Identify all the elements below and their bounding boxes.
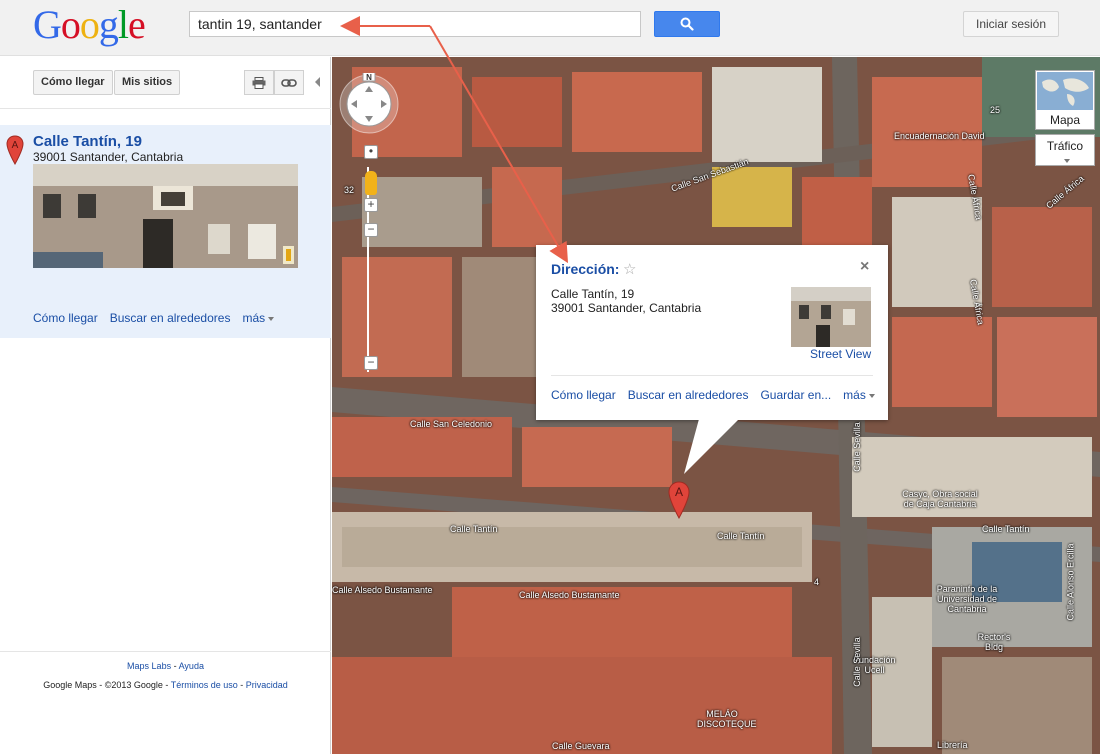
terms-link[interactable]: Términos de uso	[171, 680, 238, 690]
signin-button[interactable]: Iniciar sesión	[963, 11, 1059, 37]
street-label: Calle Guevara	[552, 741, 610, 751]
street-view-thumbnail[interactable]	[33, 164, 298, 268]
marker-a-icon: A	[6, 135, 24, 165]
rotate-icon[interactable]: •	[364, 145, 378, 159]
directions-button[interactable]: Cómo llegar	[33, 70, 113, 95]
pan-control[interactable]: N	[338, 73, 400, 135]
panel-toolbar: Cómo llegar Mis sitios	[0, 57, 331, 109]
poi-label: Casyc, Obra social de Caja Cantabria	[902, 489, 978, 509]
result-directions-link[interactable]: Cómo llegar	[33, 311, 98, 325]
traffic-button[interactable]: Tráfico	[1035, 134, 1095, 166]
logo-letter: g	[98, 2, 119, 47]
street-label: Calle San Celedonio	[410, 419, 493, 429]
road-number: 4	[814, 577, 820, 587]
street-label: Calle Tantín	[717, 531, 765, 541]
link-icon	[281, 78, 297, 87]
street-label: Calle Tantín	[450, 524, 498, 534]
street-label: Calle Alsedo Bustamante	[332, 585, 433, 595]
poi-label: Encuadernación David	[894, 131, 985, 141]
search-button[interactable]	[654, 11, 720, 37]
bubble-save-link[interactable]: Guardar en...	[760, 388, 831, 402]
more-label: más	[242, 311, 266, 325]
bubble-more-link[interactable]: más	[843, 388, 875, 402]
caret-down-icon	[1063, 158, 1070, 163]
traffic-label: Tráfico	[1046, 139, 1084, 153]
map-type-button[interactable]: Mapa	[1035, 70, 1095, 130]
privacy-link[interactable]: Privacidad	[246, 680, 288, 690]
zoom-handle[interactable]: −	[364, 223, 378, 237]
map-marker-a-icon[interactable]: A	[668, 481, 690, 519]
info-window-actions: Cómo llegar Buscar en alrededores Guarda…	[551, 388, 875, 402]
print-button[interactable]	[244, 70, 274, 95]
street-label: Calle Sevilla	[851, 422, 862, 472]
bubble-nearby-link[interactable]: Buscar en alrededores	[628, 388, 749, 402]
svg-text:N: N	[366, 73, 372, 82]
result-more-link[interactable]: más	[242, 311, 275, 325]
street-view-preview[interactable]	[791, 287, 871, 347]
street-label: Calle Tantín	[982, 524, 1030, 534]
poi-label: MELÁO DISCOTEQUE	[697, 709, 757, 729]
copyright-text: Google Maps - ©2013 Google -	[43, 680, 171, 690]
svg-text:A: A	[12, 140, 19, 151]
map-canvas[interactable]: Calle San Sebastián Calle San Celedonio …	[332, 57, 1100, 754]
poi-label: Rector's Bldg	[977, 632, 1011, 652]
star-icon[interactable]: ☆	[623, 260, 636, 278]
poi-label: Librería	[937, 740, 968, 750]
info-address-line2: 39001 Santander, Cantabria	[551, 301, 702, 315]
road-number: 25	[990, 105, 1001, 115]
result-nearby-link[interactable]: Buscar en alrededores	[110, 311, 231, 325]
maps-labs-link[interactable]: Maps Labs	[127, 661, 171, 671]
logo-letter: l	[117, 2, 129, 47]
info-address-line1: Calle Tantín, 19	[551, 287, 635, 301]
svg-text:A: A	[675, 485, 683, 499]
street-label: Calle Sevilla	[851, 637, 862, 687]
info-window: Dirección: ☆ × Calle Tantín, 19 39001 Sa…	[536, 245, 888, 420]
divider	[551, 375, 873, 376]
logo-letter: o	[60, 2, 81, 47]
side-panel: Cómo llegar Mis sitios A Calle Tantín, 1…	[0, 57, 331, 754]
poi-label: Paraninfo de la Universidad de Cantabria	[936, 584, 998, 614]
map-type-label: Mapa	[1049, 113, 1081, 127]
zoom-in-button[interactable]: +	[364, 198, 378, 212]
search-input[interactable]: tantin 19, santander	[189, 11, 641, 37]
link-button[interactable]	[274, 70, 304, 95]
footer-separator: -	[171, 661, 179, 671]
result-actions: Cómo llegar Buscar en alrededores más	[33, 311, 275, 325]
logo-letter: e	[128, 2, 146, 47]
search-icon	[680, 17, 694, 31]
more-label: más	[843, 388, 866, 402]
top-bar: Google tantin 19, santander Iniciar sesi…	[0, 0, 1100, 56]
my-places-button[interactable]: Mis sitios	[114, 70, 181, 95]
bubble-directions-link[interactable]: Cómo llegar	[551, 388, 616, 402]
print-icon	[252, 76, 266, 89]
result-address: 39001 Santander, Cantabria	[33, 150, 184, 164]
logo-letter: o	[79, 2, 100, 47]
street-label: Calle Alsedo Bustamante	[519, 590, 620, 600]
street-view-link[interactable]: Street View	[810, 347, 871, 361]
info-window-pointer	[684, 419, 739, 474]
close-icon[interactable]: ×	[860, 258, 869, 276]
road-number: 32	[344, 185, 355, 195]
caret-down-icon	[268, 316, 275, 321]
search-result[interactable]: A Calle Tantín, 19 39001 Santander, Cant…	[0, 125, 331, 338]
zoom-out-button[interactable]: −	[364, 356, 378, 370]
street-label: Calle Alonso Ercilla	[1065, 543, 1076, 621]
info-window-title: Dirección:	[551, 261, 620, 277]
building-photo	[33, 164, 298, 268]
help-link[interactable]: Ayuda	[179, 661, 204, 671]
pegman-icon[interactable]	[365, 171, 377, 195]
google-logo[interactable]: Google	[33, 2, 146, 47]
collapse-panel-icon[interactable]	[315, 77, 320, 87]
map-thumbnail	[1037, 72, 1093, 110]
footer-separator: -	[237, 680, 246, 690]
panel-footer: Maps Labs - Ayuda Google Maps - ©2013 Go…	[0, 651, 331, 699]
result-title[interactable]: Calle Tantín, 19	[33, 133, 142, 150]
caret-down-icon	[868, 393, 875, 398]
logo-letter: G	[33, 2, 62, 47]
